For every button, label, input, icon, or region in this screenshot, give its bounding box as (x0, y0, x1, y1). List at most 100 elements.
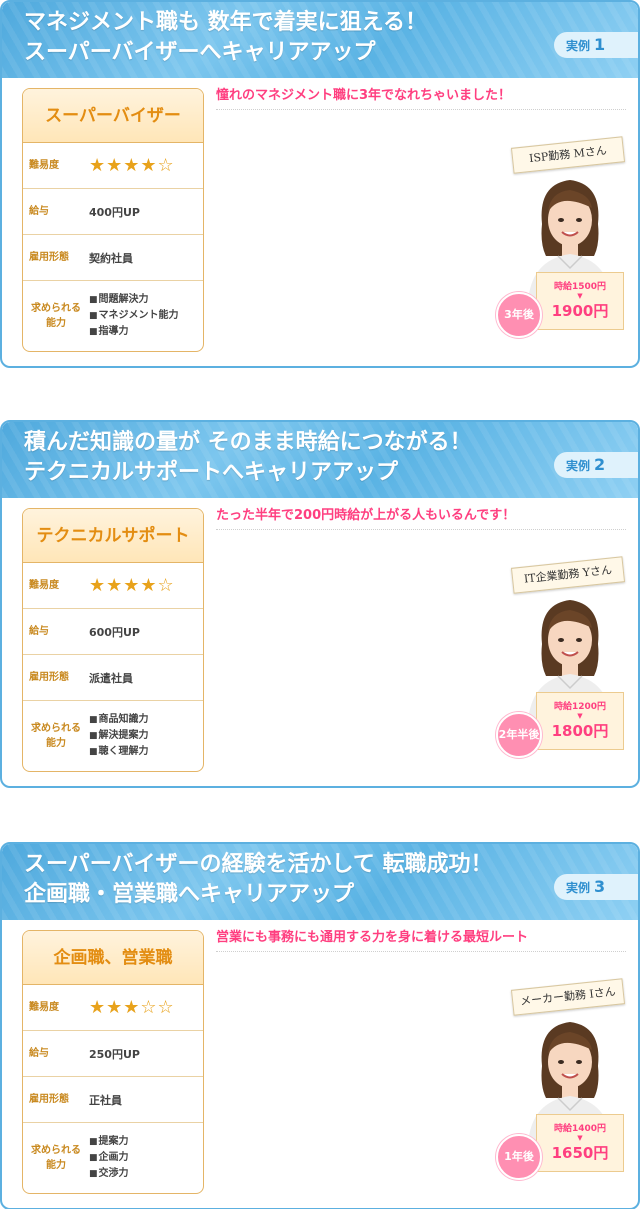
skills-row: 求められる 能力 問題解決力 マネジメント能力 指導力 (23, 281, 203, 351)
catchphrase: たった半年で200円時給が上がる人もいるんです！ (216, 506, 626, 530)
pay-row: 給与 250円UP (23, 1031, 203, 1077)
employment-row: 雇用形態 派遣社員 (23, 655, 203, 701)
wage-before: 時給1400円 (553, 1124, 607, 1134)
pay-row: 給与 400円UP (23, 189, 203, 235)
wage-after: 1900円 (551, 302, 609, 320)
difficulty-label: 難易度 (29, 580, 59, 591)
employment-value: 契約社員 (89, 251, 133, 265)
job-spec-table: テクニカルサポート 難易度 ★★★★☆ 給与 600円UP 雇用形態 派遣社員 … (22, 508, 204, 772)
skill-item: 企画力 (89, 1150, 129, 1166)
star-icon: ★★★☆☆ (89, 997, 175, 1018)
skills-label-line-2: 能力 (46, 1160, 66, 1171)
down-arrow-icon: ▼ (577, 292, 583, 300)
pay-label: 給与 (29, 1048, 49, 1059)
difficulty-label: 難易度 (29, 1002, 59, 1013)
card-header: 積んだ知識の量が そのまま時給につながる！ テクニカルサポートへキャリアアップ … (2, 422, 638, 498)
skills-label-line-1: 求められる (31, 303, 81, 314)
case-number: 3 (594, 877, 606, 896)
difficulty-row: 難易度 ★★★★☆ (23, 143, 203, 189)
case-label: 実例 (566, 39, 591, 53)
case-title: 積んだ知識の量が そのまま時給につながる！ テクニカルサポートへキャリアアップ (24, 428, 472, 488)
wage-box: 時給1400円 ▼ 1650円 (536, 1114, 624, 1172)
difficulty-row: 難易度 ★★★☆☆ (23, 985, 203, 1031)
case-number: 1 (594, 35, 606, 54)
case-label: 実例 (566, 459, 591, 473)
employment-label: 雇用形態 (29, 1094, 69, 1105)
down-arrow-icon: ▼ (577, 1134, 583, 1142)
case-number: 2 (594, 455, 606, 474)
pay-value: 600円UP (89, 625, 140, 639)
down-arrow-icon: ▼ (577, 712, 583, 720)
testimonial-photo: IT企業勤務 Yさん 時給1200円 ▼ 1800円 2年半後 (496, 556, 626, 772)
career-case-card: 積んだ知識の量が そのまま時給につながる！ テクニカルサポートへキャリアアップ … (0, 420, 640, 788)
employment-value: 正社員 (89, 1093, 122, 1107)
job-spec-table: スーパーバイザー 難易度 ★★★★☆ 給与 400円UP 雇用形態 契約社員 求… (22, 88, 204, 352)
star-icon: ★★★★☆ (89, 155, 175, 176)
pay-label: 給与 (29, 206, 49, 217)
skills-list: 提案力 企画力 交渉力 (89, 1134, 129, 1182)
testimonial-photo: メーカー勤務 Iさん 時給1400円 ▼ 1650円 1年後 (496, 978, 626, 1194)
skills-label-line-1: 求められる (31, 1145, 81, 1156)
pay-row: 給与 600円UP (23, 609, 203, 655)
wage-after: 1650円 (551, 1144, 609, 1162)
skill-item: 聴く理解力 (89, 744, 149, 760)
skills-label-line-1: 求められる (31, 723, 81, 734)
case-title: マネジメント職も 数年で着実に狙える！ スーパーバイザーへキャリアアップ (24, 8, 427, 68)
skill-item: 商品知識力 (89, 712, 149, 728)
case-title-line-2: 企画職・営業職へキャリアアップ (24, 882, 355, 907)
case-title-line-2: スーパーバイザーへキャリアアップ (24, 40, 376, 65)
wage-box: 時給1200円 ▼ 1800円 (536, 692, 624, 750)
case-title-line-2: テクニカルサポートへキャリアアップ (24, 460, 399, 485)
employment-label: 雇用形態 (29, 672, 69, 683)
case-title-line-1: スーパーバイザーの経験を活かして 転職成功！ (24, 852, 493, 877)
skills-label-line-2: 能力 (46, 738, 66, 749)
job-role-title: 企画職、営業職 (23, 931, 203, 985)
employment-label: 雇用形態 (29, 252, 69, 263)
star-icon: ★★★★☆ (89, 575, 175, 596)
skill-item: 交渉力 (89, 1166, 129, 1182)
card-header: マネジメント職も 数年で着実に狙える！ スーパーバイザーへキャリアアップ 実例 1 (2, 2, 638, 78)
catchphrase: 憧れのマネジメント職に3年でなれちゃいました！ (216, 86, 626, 110)
case-label: 実例 (566, 881, 591, 895)
skills-label: 求められる 能力 (29, 301, 83, 331)
skills-label-line-2: 能力 (46, 318, 66, 329)
skills-row: 求められる 能力 商品知識力 解決提案力 聴く理解力 (23, 701, 203, 771)
wage-after: 1800円 (551, 722, 609, 740)
job-role-title: スーパーバイザー (23, 89, 203, 143)
skill-item: 指導力 (89, 324, 179, 340)
pay-value: 400円UP (89, 205, 140, 219)
skills-row: 求められる 能力 提案力 企画力 交渉力 (23, 1123, 203, 1193)
skills-list: 問題解決力 マネジメント能力 指導力 (89, 292, 179, 340)
card-header: スーパーバイザーの経験を活かして 転職成功！ 企画職・営業職へキャリアアップ 実… (2, 844, 638, 920)
catchphrase: 営業にも事務にも通用する力を身に着ける最短ルート (216, 928, 626, 952)
testimonial-photo: ISP勤務 Mさん 時給1500円 ▼ 1900円 3年後 (496, 136, 626, 352)
career-case-card: スーパーバイザーの経験を活かして 転職成功！ 企画職・営業職へキャリアアップ 実… (0, 842, 640, 1209)
period-badge: 2年半後 (496, 712, 542, 758)
case-number-badge: 実例 3 (554, 874, 638, 900)
skill-item: 解決提案力 (89, 728, 149, 744)
difficulty-label: 難易度 (29, 160, 59, 171)
case-title-line-1: 積んだ知識の量が そのまま時給につながる！ (24, 430, 472, 455)
wage-before: 時給1500円 (553, 282, 607, 292)
skill-item: マネジメント能力 (89, 308, 179, 324)
employment-value: 派遣社員 (89, 671, 133, 685)
case-number-badge: 実例 2 (554, 452, 638, 478)
skill-item: 提案力 (89, 1134, 129, 1150)
job-role-title: テクニカルサポート (23, 509, 203, 563)
difficulty-row: 難易度 ★★★★☆ (23, 563, 203, 609)
skills-label: 求められる 能力 (29, 721, 83, 751)
wage-box: 時給1500円 ▼ 1900円 (536, 272, 624, 330)
career-case-card: マネジメント職も 数年で着実に狙える！ スーパーバイザーへキャリアアップ 実例 1… (0, 0, 640, 368)
period-badge: 1年後 (496, 1134, 542, 1180)
case-title: スーパーバイザーの経験を活かして 転職成功！ 企画職・営業職へキャリアアップ (24, 850, 493, 910)
job-spec-table: 企画職、営業職 難易度 ★★★☆☆ 給与 250円UP 雇用形態 正社員 求めら… (22, 930, 204, 1194)
wage-before: 時給1200円 (553, 702, 607, 712)
employment-row: 雇用形態 正社員 (23, 1077, 203, 1123)
case-title-line-1: マネジメント職も 数年で着実に狙える！ (24, 10, 428, 35)
skills-list: 商品知識力 解決提案力 聴く理解力 (89, 712, 149, 760)
case-number-badge: 実例 1 (554, 32, 638, 58)
pay-value: 250円UP (89, 1047, 140, 1061)
period-badge: 3年後 (496, 292, 542, 338)
pay-label: 給与 (29, 626, 49, 637)
skills-label: 求められる 能力 (29, 1143, 83, 1173)
